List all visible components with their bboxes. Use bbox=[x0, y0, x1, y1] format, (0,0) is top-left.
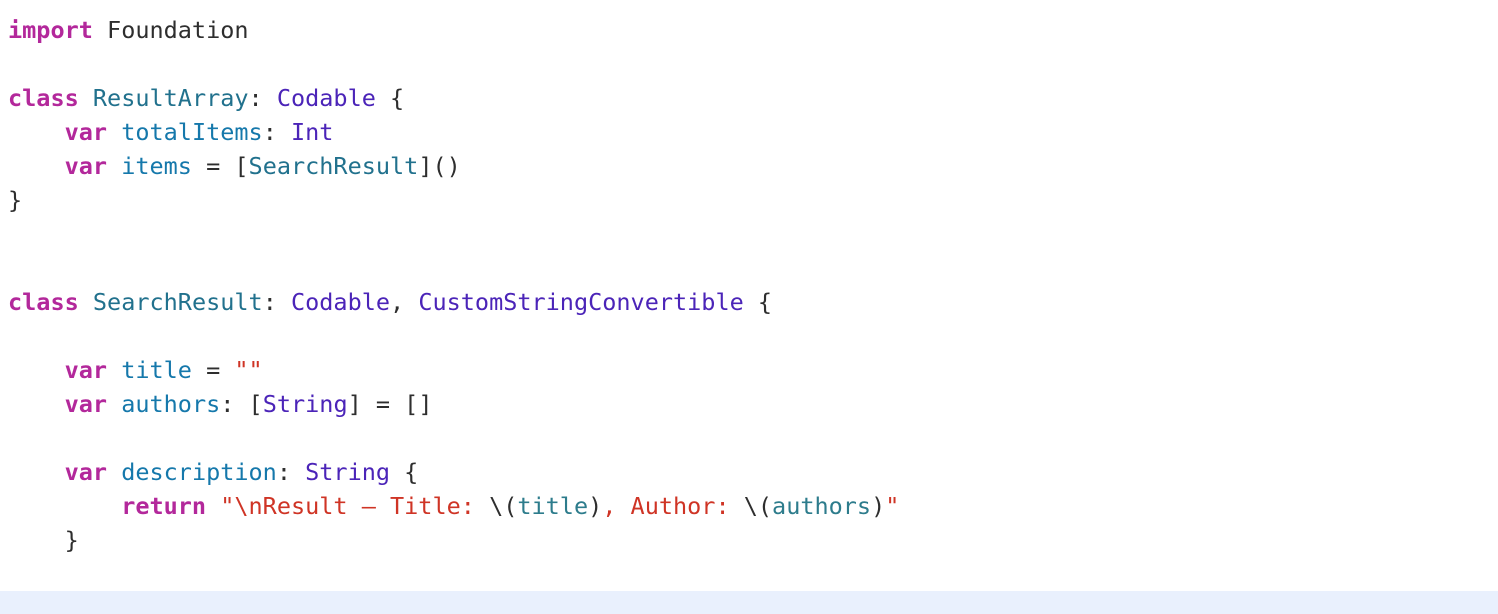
code-token-classname: SearchResult bbox=[248, 152, 419, 180]
code-token-punct: : [ bbox=[220, 390, 263, 418]
code-token-punct: = [ bbox=[191, 152, 249, 180]
code-token-string: "" bbox=[234, 356, 263, 384]
code-token-punct: ]() bbox=[418, 152, 461, 180]
code-viewer[interactable]: import Foundation class ResultArray: Cod… bbox=[0, 0, 1498, 614]
code-token-string: "\nResult – Title: bbox=[220, 492, 490, 520]
code-token-punct: { bbox=[375, 84, 405, 112]
code-token-property: title bbox=[121, 356, 192, 384]
code-token-type: String bbox=[262, 390, 348, 418]
code-token-keyword: class bbox=[8, 84, 79, 112]
code-token-keyword: var bbox=[64, 356, 108, 384]
code-token-punct: { bbox=[743, 288, 773, 316]
code-token-keyword: class bbox=[8, 288, 79, 316]
code-token-classname: ResultArray bbox=[92, 84, 249, 112]
code-token-interp: title bbox=[517, 492, 589, 520]
code-token-type: Codable bbox=[276, 84, 376, 112]
code-token-interp: authors bbox=[772, 492, 872, 520]
code-token-type: Int bbox=[290, 118, 334, 146]
code-token-punct: : bbox=[262, 288, 291, 316]
code-token-type: Codable bbox=[290, 288, 391, 316]
code-line: } bbox=[8, 183, 1498, 217]
code-token-keyword: var bbox=[64, 390, 108, 418]
code-line: var title = "" bbox=[8, 353, 1498, 387]
code-token-punct: ] = [] bbox=[347, 390, 433, 418]
code-token-punct: : bbox=[262, 118, 291, 146]
code-token-property: items bbox=[121, 152, 192, 180]
code-token-property: totalItems bbox=[121, 118, 263, 146]
code-token-punct: { bbox=[390, 458, 419, 486]
code-token-punct: : bbox=[248, 84, 277, 112]
code-token-keyword: var bbox=[64, 458, 108, 486]
code-line: var totalItems: Int bbox=[8, 115, 1498, 149]
code-token-punct: : bbox=[276, 458, 306, 486]
code-token-punct: = bbox=[191, 356, 235, 384]
code-token-punct: ) bbox=[588, 492, 603, 520]
code-token-plain: Foundation bbox=[107, 16, 249, 44]
code-token-property: description bbox=[121, 458, 277, 486]
code-token-type: String bbox=[305, 458, 391, 486]
code-line: import Foundation bbox=[8, 13, 1498, 47]
code-token-keyword: return bbox=[121, 492, 207, 520]
code-line: var items = [SearchResult]() bbox=[8, 149, 1498, 183]
code-token-classname: SearchResult bbox=[92, 288, 263, 316]
code-token-punct: } bbox=[8, 526, 79, 554]
code-token-punct: } bbox=[8, 186, 23, 214]
code-token-property: authors bbox=[121, 390, 221, 418]
code-token-punct: ) bbox=[871, 492, 886, 520]
bottom-highlight-strip bbox=[0, 591, 1498, 614]
code-token-keyword: var bbox=[64, 152, 108, 180]
code-line: class ResultArray: Codable { bbox=[8, 81, 1498, 115]
code-token-punct: , bbox=[390, 288, 419, 316]
code-token-string: " bbox=[885, 492, 900, 520]
code-line: var authors: [String] = [] bbox=[8, 387, 1498, 421]
code-token-punct: \( bbox=[489, 492, 518, 520]
code-line: var description: String { bbox=[8, 455, 1498, 489]
code-token-keyword: var bbox=[64, 118, 108, 146]
code-token-type: CustomStringConvertible bbox=[418, 288, 744, 316]
code-line: } bbox=[8, 523, 1498, 557]
code-line: class SearchResult: Codable, CustomStrin… bbox=[8, 285, 1498, 319]
code-token-string: , Author: bbox=[602, 492, 744, 520]
code-listing[interactable]: import Foundation class ResultArray: Cod… bbox=[0, 0, 1498, 614]
code-line: return "\nResult – Title: \(title), Auth… bbox=[8, 489, 1498, 523]
code-token-keyword: import bbox=[8, 16, 93, 44]
code-token-punct: \( bbox=[743, 492, 773, 520]
